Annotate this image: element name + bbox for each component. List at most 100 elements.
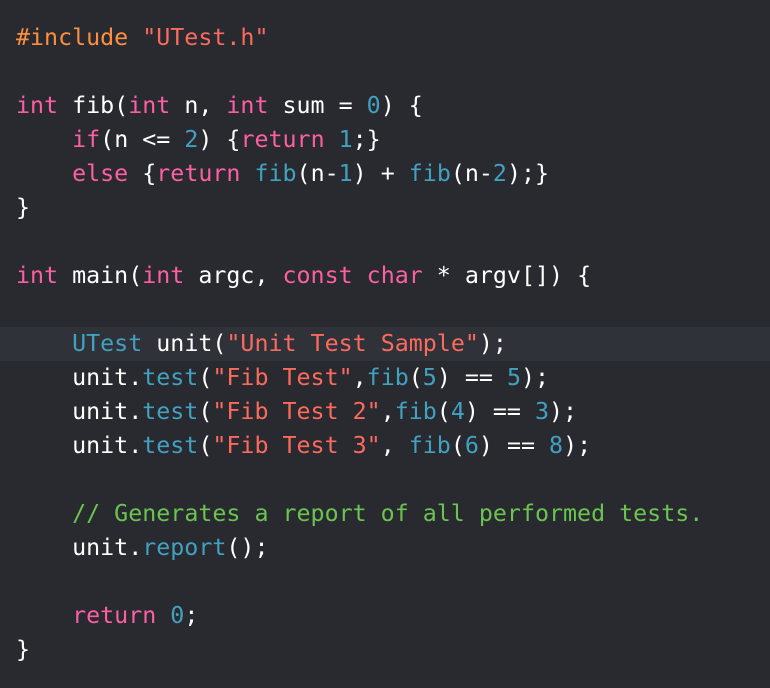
code-token-plain: ) == <box>436 364 507 391</box>
code-token-number-alt: 5 <box>422 364 437 391</box>
code-token-function: fib <box>366 364 409 391</box>
code-token-number-alt: 1 <box>338 126 353 153</box>
code-line[interactable]: if(n <= 2) {return 1;} <box>0 123 770 157</box>
code-token-plain: ( <box>198 364 213 391</box>
code-token-string: "Fib Test 3" <box>212 432 381 459</box>
code-line[interactable]: else {return fib(n-1) + fib(n-2);} <box>0 157 770 191</box>
code-line[interactable] <box>0 55 770 89</box>
code-token-number-alt: 1 <box>338 160 353 187</box>
code-token-function: test <box>142 364 199 391</box>
code-token-plain: ( <box>436 398 451 425</box>
code-token-plain: sum = <box>268 92 367 119</box>
code-line[interactable] <box>0 225 770 259</box>
code-line[interactable]: unit.report(); <box>0 531 770 565</box>
code-token-plain: ( <box>408 364 423 391</box>
code-token-keyword: char <box>366 262 423 289</box>
code-token-keyword: int <box>226 92 269 119</box>
code-token-number-alt: 4 <box>450 398 465 425</box>
code-token-keyword: return <box>240 126 325 153</box>
code-line[interactable] <box>0 565 770 599</box>
code-line[interactable]: #include "UTest.h" <box>0 21 770 55</box>
code-line[interactable]: // Generates a report of all performed t… <box>0 497 770 531</box>
code-token-plain: , <box>380 432 409 459</box>
code-token-plain: ); <box>563 432 592 459</box>
code-token-plain: ( <box>198 398 213 425</box>
code-token-plain: } <box>16 194 31 221</box>
code-editor[interactable]: #include "UTest.h" int fib(int n, int su… <box>0 0 770 688</box>
code-token-plain: fib( <box>58 92 129 119</box>
code-token-number-alt: 2 <box>184 126 199 153</box>
code-token-function: report <box>142 534 227 561</box>
code-token-type: UTest <box>72 330 143 357</box>
code-line[interactable]: unit.test("Fib Test",fib(5) == 5); <box>0 361 770 395</box>
code-token-number-alt: 8 <box>549 432 564 459</box>
code-token-plain: unit. <box>16 398 143 425</box>
code-token-string: "UTest.h" <box>142 24 269 51</box>
code-token-string: "Unit Test Sample" <box>226 330 479 357</box>
code-line[interactable]: unit.test("Fib Test 3", fib(6) == 8); <box>0 429 770 463</box>
code-line[interactable]: return 0; <box>0 599 770 633</box>
code-token-number-alt: 6 <box>464 432 479 459</box>
code-token-plain: main( <box>58 262 143 289</box>
code-token-plain: { <box>128 160 157 187</box>
code-token-keyword: return <box>156 160 241 187</box>
code-line[interactable] <box>0 463 770 497</box>
code-token-string: "Fib Test 2" <box>212 398 381 425</box>
code-token-plain: (n- <box>296 160 339 187</box>
code-token-plain: n, <box>170 92 227 119</box>
code-token-plain: );} <box>506 160 550 187</box>
code-line[interactable]: UTest unit("Unit Test Sample"); <box>0 327 770 361</box>
code-token-plain: ); <box>478 330 507 357</box>
code-token-plain: ;} <box>352 126 381 153</box>
code-token-keyword: int <box>142 262 185 289</box>
code-line[interactable]: int fib(int n, int sum = 0) { <box>0 89 770 123</box>
code-token-keyword: else <box>72 160 129 187</box>
code-token-plain: ; <box>184 602 199 629</box>
code-token-keyword: int <box>16 262 59 289</box>
code-line[interactable]: unit.test("Fib Test 2",fib(4) == 3); <box>0 395 770 429</box>
code-token-keyword: return <box>72 602 157 629</box>
code-token-function: fib <box>408 160 451 187</box>
code-token-plain: ); <box>549 398 578 425</box>
code-line[interactable]: } <box>0 633 770 667</box>
code-token-function: test <box>142 398 199 425</box>
code-token-number-alt: 0 <box>170 602 185 629</box>
code-line[interactable]: int main(int argc, const char * argv[]) … <box>0 259 770 293</box>
code-token-plain: unit( <box>142 330 227 357</box>
code-token-function: fib <box>408 432 451 459</box>
code-token-number-alt: 3 <box>535 398 550 425</box>
code-token-keyword: int <box>16 92 59 119</box>
code-token-number-alt: 5 <box>506 364 521 391</box>
code-token-function: fib <box>254 160 297 187</box>
code-token-plain: ) { <box>198 126 241 153</box>
code-token-preprocessor: #include <box>16 24 143 51</box>
code-line[interactable]: } <box>0 191 770 225</box>
code-token-plain: ) { <box>380 92 423 119</box>
code-token-plain: ) + <box>352 160 409 187</box>
code-token-function: fib <box>394 398 437 425</box>
code-token-plain: unit. <box>16 364 143 391</box>
code-token-plain: } <box>16 636 31 663</box>
code-line[interactable] <box>0 293 770 327</box>
code-token-plain: (n- <box>450 160 493 187</box>
code-token-plain: (n <= <box>100 126 185 153</box>
code-token-plain: unit. <box>16 534 143 561</box>
code-token-function: test <box>142 432 199 459</box>
code-token-plain: ) == <box>464 398 535 425</box>
code-token-number-alt: 2 <box>492 160 507 187</box>
code-token-plain: argc, <box>184 262 283 289</box>
code-token-plain: ( <box>198 432 213 459</box>
code-token-plain: (); <box>226 534 269 561</box>
code-token-keyword: if <box>72 126 101 153</box>
code-token-plain: unit. <box>16 432 143 459</box>
code-token-plain: ( <box>450 432 465 459</box>
code-token-comment: // Generates a report of all performed t… <box>72 500 704 527</box>
